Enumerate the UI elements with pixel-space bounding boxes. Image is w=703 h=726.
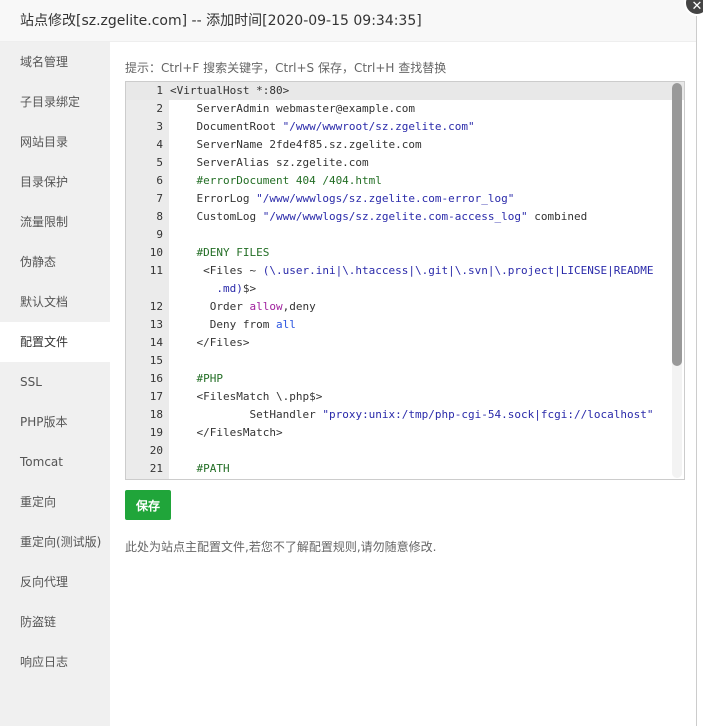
dialog-title: 站点修改[sz.zgelite.com] -- 添加时间[2020-09-15 … xyxy=(20,13,422,29)
sidebar-item[interactable]: Tomcat xyxy=(0,442,110,482)
line-number: 4 xyxy=(156,138,163,151)
sidebar-item[interactable]: 重定向(测试版) xyxy=(0,522,110,562)
sidebar-item[interactable]: 目录保护 xyxy=(0,162,110,202)
code-line[interactable]: 13 Deny from all xyxy=(126,316,684,334)
line-number: 16 xyxy=(149,372,163,385)
sidebar-item[interactable]: 重定向 xyxy=(0,482,110,522)
code-line[interactable]: 6 #errorDocument 404 /404.html xyxy=(126,172,684,190)
line-number: 3 xyxy=(156,120,163,133)
code-editor[interactable]: 1 <VirtualHost *:80> 2 ServerAdmin webmast… xyxy=(125,81,685,480)
code-text: <Files ~ (\.user.ini|\.htaccess|\.git|\.… xyxy=(170,264,654,295)
line-number: 19 xyxy=(149,426,163,439)
sidebar-item[interactable]: 默认文档 xyxy=(0,282,110,322)
line-number: 9 xyxy=(156,228,163,241)
line-number: 6 xyxy=(156,174,163,187)
line-number: 12 xyxy=(149,300,163,313)
line-number: 1 xyxy=(156,84,163,97)
line-number: 20 xyxy=(149,444,163,457)
sidebar-item[interactable]: 伪静态 xyxy=(0,242,110,282)
code-line[interactable]: 14 </Files> xyxy=(126,334,684,352)
config-panel: 提示：Ctrl+F 搜索关键字，Ctrl+S 保存，Ctrl+H 查找替换 1 <… xyxy=(125,42,685,554)
site-edit-dialog: 站点修改[sz.zgelite.com] -- 添加时间[2020-09-15 … xyxy=(0,0,697,726)
code-text: #PATH xyxy=(170,462,230,475)
config-warning-note: 此处为站点主配置文件,若您不了解配置规则,请勿随意修改. xyxy=(125,540,437,554)
sidebar-item[interactable]: 子目录绑定 xyxy=(0,82,110,122)
sidebar-item[interactable]: PHP版本 xyxy=(0,402,110,442)
code-line[interactable]: 1 <VirtualHost *:80> xyxy=(126,82,684,100)
line-number: 17 xyxy=(149,390,163,403)
line-number: 5 xyxy=(156,156,163,169)
scrollbar-thumb[interactable] xyxy=(672,83,682,366)
line-number: 14 xyxy=(149,336,163,349)
code-line[interactable]: 19 </FilesMatch> xyxy=(126,424,684,442)
code-text: </Files> xyxy=(170,336,250,349)
sidebar-item[interactable]: 响应日志 xyxy=(0,642,110,682)
code-line[interactable]: 15 xyxy=(126,352,684,370)
code-line[interactable]: 18 SetHandler "proxy:unix:/tmp/php-cgi-5… xyxy=(126,406,684,424)
dialog-header: 站点修改[sz.zgelite.com] -- 添加时间[2020-09-15 … xyxy=(0,0,696,42)
code-text: #DENY FILES xyxy=(170,246,270,259)
sidebar-item[interactable]: 配置文件 xyxy=(0,322,110,362)
sidebar-item[interactable]: 域名管理 xyxy=(0,42,110,82)
code-text: </FilesMatch> xyxy=(170,426,283,439)
code-line[interactable]: 16 #PHP xyxy=(126,370,684,388)
code-line[interactable]: 9 xyxy=(126,226,684,244)
code-line[interactable]: 17 <FilesMatch \.php$> xyxy=(126,388,684,406)
code-text: ServerAlias sz.zgelite.com xyxy=(170,156,369,169)
line-number: 10 xyxy=(149,246,163,259)
code-line[interactable]: 11 <Files ~ (\.user.ini|\.htaccess|\.git… xyxy=(126,262,684,298)
sidebar-item[interactable]: 流量限制 xyxy=(0,202,110,242)
code-line[interactable]: 12 Order allow,deny xyxy=(126,298,684,316)
code-text: ServerAdmin webmaster@example.com xyxy=(170,102,416,115)
code-text: Order allow,deny xyxy=(170,300,316,313)
code-line[interactable]: 8 CustomLog "/www/wwwlogs/sz.zgelite.com… xyxy=(126,208,684,226)
code-line[interactable]: 20 xyxy=(126,442,684,460)
code-line[interactable]: 21 #PATH xyxy=(126,460,684,478)
editor-scrollbar[interactable] xyxy=(672,83,682,478)
shortcut-tip: 提示：Ctrl+F 搜索关键字，Ctrl+S 保存，Ctrl+H 查找替换 xyxy=(125,61,447,75)
sidebar-item[interactable]: 防盗链 xyxy=(0,602,110,642)
code-line[interactable]: 10 #DENY FILES xyxy=(126,244,684,262)
code-text: <FilesMatch \.php$> xyxy=(170,390,323,403)
line-number: 15 xyxy=(149,354,163,367)
code-text: <VirtualHost *:80> xyxy=(170,84,290,97)
line-number: 13 xyxy=(149,318,163,331)
line-number: 8 xyxy=(156,210,163,223)
code-line[interactable]: 7 ErrorLog "/www/wwwlogs/sz.zgelite.com-… xyxy=(126,190,684,208)
code-text: CustomLog "/www/wwwlogs/sz.zgelite.com-a… xyxy=(170,210,588,223)
code-line[interactable]: 4 ServerName 2fde4f85.sz.zgelite.com xyxy=(126,136,684,154)
code-text: Deny from all xyxy=(170,318,296,331)
code-text: ServerName 2fde4f85.sz.zgelite.com xyxy=(170,138,422,151)
code-text: SetHandler "proxy:unix:/tmp/php-cgi-54.s… xyxy=(170,408,654,421)
line-number: 11 xyxy=(149,264,163,277)
code-line[interactable]: 2 ServerAdmin webmaster@example.com xyxy=(126,100,684,118)
line-number: 7 xyxy=(156,192,163,205)
line-number: 2 xyxy=(156,102,163,115)
sidebar-item[interactable]: 网站目录 xyxy=(0,122,110,162)
line-number: 18 xyxy=(149,408,163,421)
code-text: #PHP xyxy=(170,372,223,385)
sidebar: 域名管理 子目录绑定 网站目录 目录保护 流量限制 伪静态 默认文档 配置文件 SSL PHP版本… xyxy=(0,42,110,726)
save-button[interactable]: 保存 xyxy=(125,490,171,520)
code-line[interactable]: 5 ServerAlias sz.zgelite.com xyxy=(126,154,684,172)
code-text: #errorDocument 404 /404.html xyxy=(170,174,382,187)
sidebar-item[interactable]: 反向代理 xyxy=(0,562,110,602)
sidebar-item[interactable]: SSL xyxy=(0,362,110,402)
line-number: 21 xyxy=(149,462,163,475)
code-text: DocumentRoot "/www/wwwroot/sz.zgelite.co… xyxy=(170,120,475,133)
code-text: ErrorLog "/www/wwwlogs/sz.zgelite.com-er… xyxy=(170,192,515,205)
code-line[interactable]: 3 DocumentRoot "/www/wwwroot/sz.zgelite.… xyxy=(126,118,684,136)
